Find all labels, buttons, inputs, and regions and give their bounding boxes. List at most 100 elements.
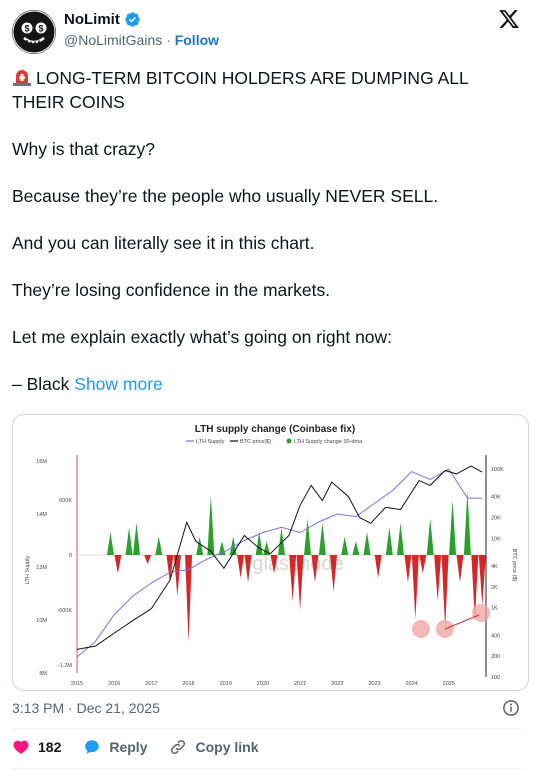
legend-lth-supply: LTH Supply (196, 439, 225, 445)
y-right-tick-label: 20K (491, 515, 501, 521)
y-right-tick-label: 200 (491, 654, 500, 660)
separator: · (166, 32, 171, 48)
lth-change-bar (166, 555, 174, 583)
lth-change-bar (478, 555, 486, 606)
link-icon (171, 739, 186, 755)
copy-link-button[interactable]: Copy link (169, 738, 259, 756)
lth-supply-chart: LTH supply change (Coinbase fix) LTH Sup… (25, 424, 517, 687)
tweet-line: They’re losing confidence in the markets… (12, 280, 331, 300)
x-tick-label: 2021 (294, 681, 306, 687)
x-tick-label: 2019 (220, 681, 232, 687)
lth-change-bar (132, 522, 140, 555)
tweet-actions: 182 Reply Copy link (12, 738, 259, 756)
lth-change-bar (318, 522, 326, 555)
info-icon[interactable] (502, 699, 520, 717)
x-tick-label: 2018 (182, 681, 194, 687)
siren-emoji-icon (13, 70, 31, 86)
reply-label: Reply (109, 739, 148, 755)
y-left-tick-label: 10M (36, 618, 47, 624)
avatar[interactable]: $ $ (12, 10, 56, 54)
follow-button[interactable]: Follow (175, 32, 219, 48)
lth-change-bar (278, 527, 285, 555)
lth-change-bar (207, 495, 215, 555)
y-right-axis-label: BTC price ($) (511, 549, 517, 582)
x-tick-label: 2016 (108, 681, 120, 687)
tweet-line: Let me explain exactly what’s going on r… (12, 327, 393, 347)
lth-change-bar (296, 555, 304, 610)
x-tick-label: 2024 (405, 681, 417, 687)
verified-badge-icon (125, 12, 140, 27)
lth-change-bar (289, 555, 297, 601)
y-left-tick-label: 14M (36, 512, 47, 518)
tweet-header: $ $ NoLimit @NoLimitGains · Follow (12, 8, 522, 56)
handle-row: @NoLimitGains · Follow (64, 32, 219, 48)
tweet-line: And you can literally see it in this cha… (12, 233, 315, 253)
y-right-tick-label: 2K (491, 585, 498, 591)
lth-change-bar (144, 555, 152, 565)
x-tick-label: 2020 (257, 681, 269, 687)
x-tick-label: 2015 (71, 681, 83, 687)
y-left-tick-label: 16M (36, 459, 47, 465)
chart-image[interactable]: LTH supply change (Coinbase fix) LTH Sup… (12, 414, 529, 691)
like-button[interactable]: 182 (12, 738, 61, 756)
tweet-line: Because they’re the people who usually N… (12, 186, 439, 206)
y-right-tick-label: 100 (491, 675, 500, 681)
lth-change-bar (463, 490, 471, 555)
lth-change-bar (363, 532, 371, 555)
highlight-circles (412, 604, 490, 638)
x-tick-label: 2025 (443, 681, 455, 687)
y-change-tick-label: -600K (57, 608, 72, 614)
lth-change-bar (352, 541, 360, 555)
divider (12, 728, 522, 729)
show-more-link[interactable]: Show more (74, 374, 163, 394)
y-right-tick-label: 10K (491, 536, 501, 542)
x-tick-label: 2022 (331, 681, 343, 687)
chart-legend: LTH Supply BTC price($) LTH Supply chang… (186, 438, 363, 445)
tweet-line: Why is that crazy? (12, 139, 155, 159)
lth-change-bar (106, 532, 114, 555)
y-change-tick-label: 0 (69, 553, 72, 559)
y-left-tick-label: 8M (39, 671, 47, 677)
lth-change-bar (396, 522, 404, 555)
lth-change-bar (155, 536, 163, 555)
lth-change-bar (404, 555, 412, 583)
lth-change-bar (304, 518, 312, 555)
lth-change-bar (244, 555, 252, 583)
reply-button[interactable]: Reply (83, 738, 147, 756)
tweet-line: – Black (12, 374, 70, 394)
tweet-timestamp[interactable]: 3:13 PM · Dec 21, 2025 (12, 700, 160, 716)
y-change-tick-label: -1.2M (58, 663, 72, 669)
lth-change-bar (456, 555, 464, 583)
lth-change-bar (341, 536, 349, 555)
reply-bubble-icon (85, 740, 100, 754)
lth-change-bar (374, 555, 382, 578)
y-left-axis-label: LTH Supply (25, 556, 31, 585)
lth-change-bar (426, 518, 434, 555)
lth-change-bar (125, 527, 133, 555)
lth-change-bar (385, 527, 393, 555)
svg-text:$: $ (24, 24, 29, 34)
legend-btc-price: BTC price($) (240, 439, 271, 445)
y-left-tick-label: 12M (36, 565, 47, 571)
y-right-tick-label: 4K (491, 564, 498, 570)
chart-title: LTH supply change (Coinbase fix) (195, 424, 355, 435)
copy-link-label: Copy link (195, 739, 259, 755)
lth-change-bar (237, 555, 245, 578)
divider (12, 768, 522, 769)
author-handle[interactable]: @NoLimitGains (64, 32, 162, 48)
tweet-line-headline: LONG-TERM BITCOIN HOLDERS ARE DUMPING AL… (12, 68, 469, 112)
lth-change-bar (173, 555, 181, 597)
y-change-tick-label: 600K (59, 498, 72, 504)
y-right-tick-label: 100K (491, 467, 504, 473)
y-right-tick-label: 1K (491, 606, 498, 612)
x-logo-icon[interactable] (498, 8, 520, 30)
y-right-tick-label: 40K (491, 495, 501, 501)
lth-change-bar (411, 555, 419, 620)
legend-lth-change: LTH Supply change 30-dma (294, 439, 363, 445)
tweet-body: LONG-TERM BITCOIN HOLDERS ARE DUMPING AL… (12, 66, 522, 419)
y-right-tick-label: 400 (491, 633, 500, 639)
lth-change-bar (419, 555, 427, 574)
author-name[interactable]: NoLimit (64, 11, 120, 28)
x-tick-label: 2023 (368, 681, 380, 687)
like-count: 182 (38, 739, 62, 755)
